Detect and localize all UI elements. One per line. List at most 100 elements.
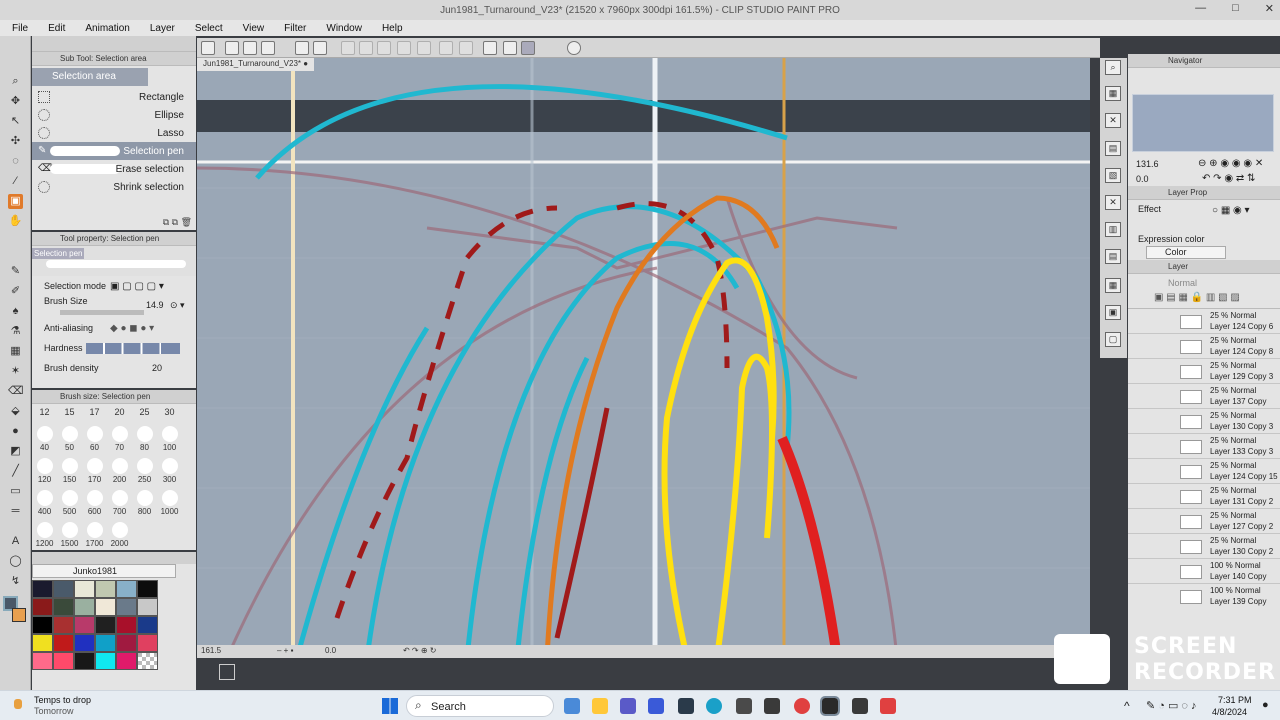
layer-row[interactable]: 100 % Normal Layer 139 Copy: [1128, 584, 1280, 608]
color-swatch[interactable]: [137, 652, 158, 670]
search-icon[interactable]: ⌕: [1105, 60, 1121, 75]
color-swatch[interactable]: [74, 634, 95, 652]
color-swatch[interactable]: [74, 652, 95, 670]
layer-row[interactable]: 25 % Normal Layer 124 Copy 15: [1128, 459, 1280, 484]
snap-special-ruler-icon[interactable]: [503, 41, 517, 55]
balloon-tool-icon[interactable]: ◯: [8, 554, 23, 569]
layer-row[interactable]: 25 % Normal Layer 133 Copy 3: [1128, 434, 1280, 459]
airbrush-tool-icon[interactable]: ⚗: [8, 324, 23, 339]
panel-8-icon[interactable]: ▦: [1105, 278, 1121, 293]
layer-row[interactable]: 25 % Normal Layer 130 Copy 3: [1128, 409, 1280, 434]
navigator-rotate-buttons[interactable]: ↶ ↷ ◉ ⇄ ⇅: [1202, 173, 1255, 184]
size-preset[interactable]: 30: [157, 404, 182, 420]
layer-row[interactable]: 25 % Normal Layer 137 Copy: [1128, 384, 1280, 409]
color-swatch[interactable]: [116, 598, 137, 616]
help-icon[interactable]: [567, 41, 581, 55]
menu-view[interactable]: View: [243, 23, 265, 34]
subtool-group-label[interactable]: Selection area: [32, 68, 148, 86]
app-icon-4[interactable]: [648, 698, 664, 714]
canvas-tab[interactable]: Jun1981_Turnaround_V23* ●: [197, 58, 315, 71]
size-preset[interactable]: 25: [132, 404, 157, 420]
layer-blend-row[interactable]: Normal: [1128, 274, 1280, 292]
app-icon[interactable]: [201, 41, 215, 55]
size-preset[interactable]: 40: [32, 420, 57, 452]
panel-9-icon[interactable]: ▣: [1105, 305, 1121, 320]
color-swatch[interactable]: [137, 616, 158, 634]
open-file-icon[interactable]: [243, 41, 257, 55]
hardness-levels[interactable]: [86, 343, 180, 354]
color-swatch[interactable]: [53, 616, 74, 634]
layer-row[interactable]: 25 % Normal Layer 129 Copy 3: [1128, 359, 1280, 384]
selection-mode-buttons[interactable]: ▣ ▢ ▢ ▢ ▾: [110, 281, 164, 292]
color-swatch[interactable]: [95, 652, 116, 670]
app-icon-5[interactable]: [678, 698, 694, 714]
mail-icon[interactable]: [736, 698, 752, 714]
new-file-icon[interactable]: [225, 41, 239, 55]
selection-mode-row[interactable]: Selection mode ▣ ▢ ▢ ▢ ▾: [32, 276, 196, 296]
timeline-toggle-icon[interactable]: [219, 664, 235, 680]
menu-file[interactable]: File: [12, 23, 28, 34]
size-preset[interactable]: 1200: [32, 516, 57, 548]
lasso-tool-icon[interactable]: ◌: [8, 154, 23, 169]
weather-icon[interactable]: [14, 699, 22, 709]
size-preset[interactable]: 250: [132, 452, 157, 484]
copilot-icon[interactable]: [564, 698, 580, 714]
size-preset[interactable]: 500: [57, 484, 82, 516]
color-set-dropdown[interactable]: Junko1981: [32, 564, 176, 578]
selection-tool-icon[interactable]: ▣: [8, 194, 23, 209]
subtool-ellipse[interactable]: Ellipse: [32, 106, 196, 124]
size-preset[interactable]: 12: [32, 404, 57, 420]
store-icon[interactable]: [852, 698, 868, 714]
fill-icon[interactable]: [359, 41, 373, 55]
size-preset[interactable]: 50: [57, 420, 82, 452]
navigator-preview[interactable]: [1132, 94, 1274, 152]
close-button[interactable]: ✕: [1265, 2, 1274, 15]
size-preset[interactable]: 70: [107, 420, 132, 452]
color-swatch[interactable]: [116, 580, 137, 598]
minimize-button[interactable]: —: [1195, 2, 1206, 15]
size-preset[interactable]: 150: [57, 452, 82, 484]
size-preset[interactable]: 600: [82, 484, 107, 516]
navigator-zoom-buttons[interactable]: ⊖ ⊕ ◉ ◉ ◉ ✕: [1198, 158, 1263, 169]
size-preset[interactable]: 400: [32, 484, 57, 516]
weather-line1[interactable]: Temps to drop: [34, 695, 91, 705]
deselect-icon[interactable]: [397, 41, 411, 55]
size-preset[interactable]: 200: [107, 452, 132, 484]
color-swatch[interactable]: [95, 616, 116, 634]
menu-animation[interactable]: Animation: [85, 23, 129, 34]
panel-5-icon[interactable]: ✕: [1105, 195, 1121, 210]
zoom-tool-icon[interactable]: ⌕: [8, 74, 23, 89]
brush-density-row[interactable]: Brush density 20: [32, 358, 196, 378]
panel-4-icon[interactable]: ▧: [1105, 168, 1121, 183]
app-icon-8[interactable]: [764, 698, 780, 714]
color-swatch[interactable]: [74, 616, 95, 634]
clip-studio-icon[interactable]: [820, 696, 840, 716]
size-preset[interactable]: 60: [82, 420, 107, 452]
color-swatch[interactable]: [137, 580, 158, 598]
pressure-icon[interactable]: ⊙ ▾: [170, 300, 185, 311]
color-swatch[interactable]: [32, 652, 53, 670]
clear-icon[interactable]: [341, 41, 355, 55]
size-preset[interactable]: 700: [107, 484, 132, 516]
save-file-icon[interactable]: [261, 41, 275, 55]
menu-select[interactable]: Select: [195, 23, 223, 34]
fill-tool-icon[interactable]: ⬙: [8, 404, 23, 419]
size-preset[interactable]: 300: [157, 452, 182, 484]
file-explorer-icon[interactable]: [592, 698, 608, 714]
color-swatch[interactable]: [53, 634, 74, 652]
maximize-button[interactable]: □: [1232, 2, 1239, 15]
color-swatch[interactable]: [95, 580, 116, 598]
eyedropper-tool-icon[interactable]: ⁄: [8, 174, 23, 189]
color-swatch[interactable]: [53, 580, 74, 598]
menu-edit[interactable]: Edit: [48, 23, 65, 34]
color-swatch[interactable]: [74, 598, 95, 616]
size-preset[interactable]: 100: [157, 420, 182, 452]
redo-icon[interactable]: [313, 41, 327, 55]
tray-chevron-icon[interactable]: ^: [1124, 699, 1130, 713]
notification-icon[interactable]: ●: [1262, 699, 1269, 711]
color-swatch[interactable]: [74, 580, 95, 598]
decoration-tool-icon[interactable]: ▦: [8, 344, 23, 359]
move-tool-icon[interactable]: ✥: [8, 94, 23, 109]
size-preset[interactable]: 2000: [107, 516, 132, 548]
layer-row[interactable]: 25 % Normal Layer 127 Copy 2: [1128, 509, 1280, 534]
